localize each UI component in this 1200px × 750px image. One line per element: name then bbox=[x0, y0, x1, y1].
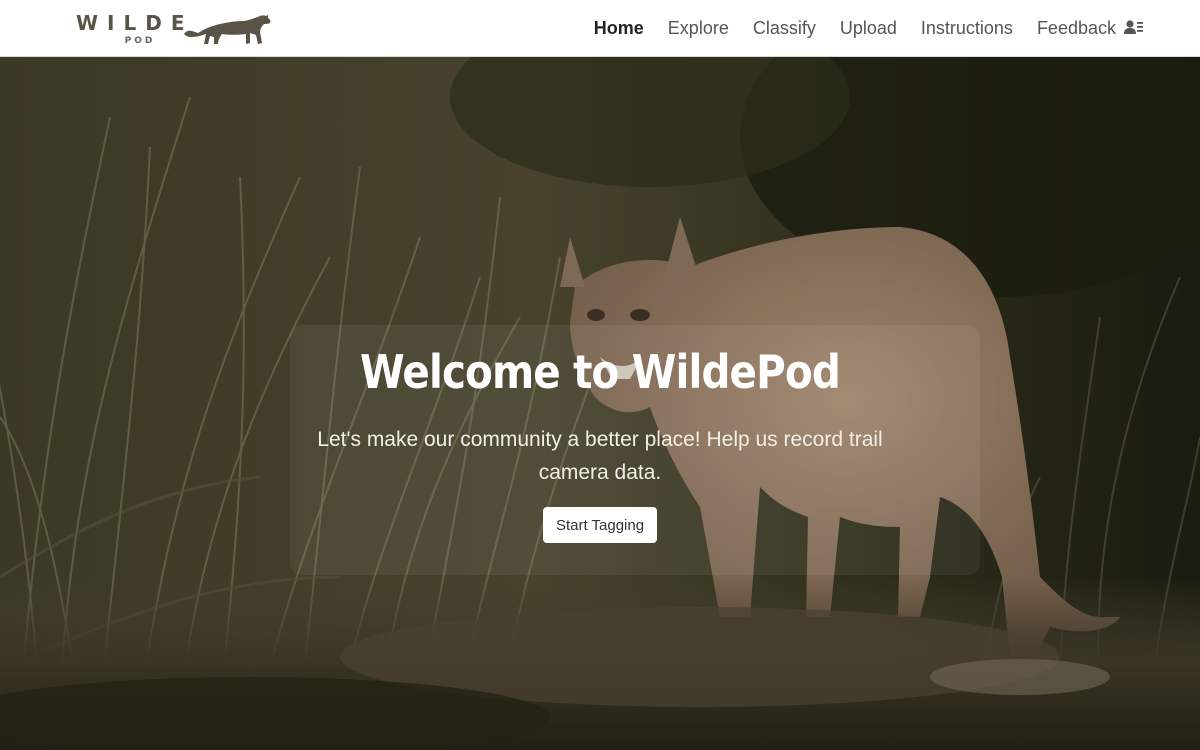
brand-wordmark: WILDE bbox=[76, 11, 194, 35]
hero-subtitle: Let's make our community a better place!… bbox=[317, 428, 883, 484]
nav-instructions[interactable]: Instructions bbox=[921, 18, 1013, 39]
nav-links: Home Explore Classify Upload Instruction… bbox=[570, 0, 1116, 57]
hero-section bbox=[0, 57, 1200, 750]
navbar: WILDE POD Home Explore Classify Upload I… bbox=[0, 0, 1200, 57]
nav-home[interactable]: Home bbox=[594, 18, 644, 39]
nav-upload[interactable]: Upload bbox=[840, 18, 897, 39]
brand-logo[interactable]: WILDE POD bbox=[70, 8, 275, 50]
start-tagging-button[interactable]: Start Tagging bbox=[543, 507, 657, 543]
nav-feedback[interactable]: Feedback bbox=[1037, 18, 1116, 39]
nav-classify[interactable]: Classify bbox=[753, 18, 816, 39]
cougar-logo-icon bbox=[184, 15, 271, 44]
hero-title: Welcome to WildePod bbox=[360, 345, 841, 399]
nav-explore[interactable]: Explore bbox=[668, 18, 729, 39]
user-list-icon[interactable] bbox=[1124, 18, 1144, 38]
